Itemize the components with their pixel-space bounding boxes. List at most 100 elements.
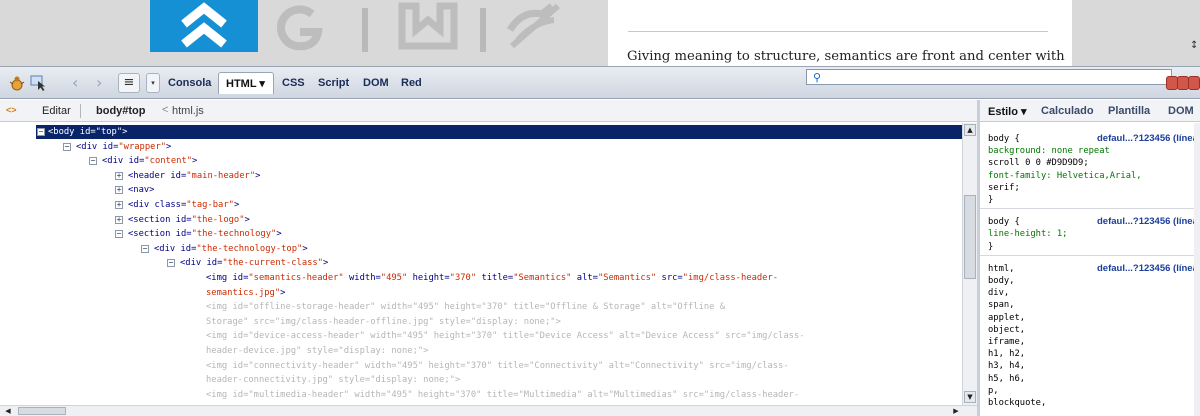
tree-node[interactable]: + <section id="the-logo">	[0, 213, 962, 227]
tree-horizontal-scrollbar[interactable]: ◀ ▶	[0, 405, 977, 416]
markup-attr: src=	[682, 389, 704, 400]
markup-attr: src=	[253, 316, 275, 327]
tree-vertical-scrollbar[interactable]: ▲ ▼	[962, 123, 977, 405]
offline-storage-class-icon[interactable]	[264, 0, 334, 52]
markup-tag: <img	[206, 360, 233, 371]
markup-val: "display: none;"	[470, 316, 556, 327]
css-selector: span,	[988, 300, 1015, 311]
markup-val: "370"	[481, 302, 514, 313]
css-text: }	[988, 195, 994, 205]
tab-estilo[interactable]: Estilo ▾	[988, 105, 1027, 118]
firebug-bug-icon[interactable]	[8, 75, 26, 91]
markup-attr: id=	[170, 170, 187, 181]
tree-node[interactable]: <img id="offline-storage-header" width="…	[0, 300, 962, 314]
expand-icon[interactable]: +	[115, 201, 123, 209]
semantics-class-icon[interactable]	[150, 0, 258, 52]
tree-node[interactable]: + <nav>	[0, 183, 962, 197]
edit-button[interactable]: Editar	[42, 105, 71, 117]
css-selector: applet,	[988, 312, 1026, 323]
expand-icon[interactable]: +	[115, 186, 123, 195]
css-selector: blockquote,	[988, 398, 1047, 408]
tab-script[interactable]: Script	[318, 77, 349, 89]
tab-consola[interactable]: Consola	[168, 77, 211, 89]
tree-node[interactable]: <img id="device-access-header" width="49…	[0, 329, 962, 343]
tree-node[interactable]: − <div id="wrapper">	[0, 140, 962, 154]
markup-attr: id=	[232, 273, 249, 283]
markup-val: semantics.jpg"	[206, 287, 281, 298]
markup-attr: src=	[661, 273, 683, 283]
tab-dom[interactable]: DOM	[363, 77, 389, 89]
markup-val: "img/class-header-	[703, 389, 800, 400]
markup-tag: <div	[102, 156, 129, 167]
collapse-icon[interactable]: −	[37, 128, 45, 136]
markup-tag: >	[166, 141, 172, 152]
markup-tag: <img	[206, 331, 233, 342]
search-input[interactable]: ⚲	[806, 69, 1172, 85]
site-edge-mark: ↕	[1190, 40, 1199, 51]
tab-red[interactable]: Red	[401, 77, 422, 89]
markup-tag: <img	[206, 273, 233, 283]
tree-node[interactable]: − <section id="the-technology">	[0, 227, 962, 241]
back-arrow-icon[interactable]: ‹	[72, 73, 78, 92]
markup-attr: width=	[349, 273, 381, 283]
collapse-icon[interactable]: −	[167, 259, 175, 268]
tree-node[interactable]: <img id="connectivity-header" width="495…	[0, 359, 962, 373]
markup-val: Storage"	[206, 316, 254, 327]
tab-plantilla[interactable]: Plantilla	[1108, 105, 1150, 117]
markup-tag: <section	[128, 214, 176, 225]
rule-source-link[interactable]: defaul...?123456 (línea 1)	[1097, 263, 1200, 275]
rules-scrollbar[interactable]	[1194, 123, 1200, 416]
breadcrumb-parent[interactable]: html.js	[172, 105, 204, 117]
collapse-icon[interactable]: −	[63, 142, 71, 151]
rule-source-link[interactable]: defaul...?123456 (línea 1)	[1097, 133, 1200, 145]
scroll-right-icon[interactable]: ▶	[950, 406, 962, 416]
css-selector: body {	[988, 217, 1020, 228]
expand-icon[interactable]: +	[115, 215, 123, 224]
panel-menu-icon[interactable]: ≡	[118, 73, 140, 93]
collapse-icon[interactable]: −	[89, 157, 97, 166]
tab-dom-side[interactable]: DOM	[1168, 105, 1194, 117]
scroll-down-icon[interactable]: ▼	[964, 391, 976, 403]
markup-val: "offline-storage-header"	[248, 302, 381, 313]
tab-css[interactable]: CSS	[282, 77, 305, 89]
tree-node[interactable]: − <body id="top">	[36, 125, 962, 139]
tab-calculado[interactable]: Calculado	[1041, 105, 1094, 117]
markup-val: "Offline &	[672, 302, 726, 313]
collapse-icon[interactable]: −	[141, 244, 149, 253]
connectivity-class-icon[interactable]	[500, 0, 570, 52]
breadcrumb-current[interactable]: body#top	[96, 105, 146, 117]
search-icon: ⚲	[813, 71, 822, 84]
tree-node[interactable]: − <div id="content">	[0, 154, 962, 168]
rule-source-link[interactable]: defaul...?123456 (línea 1)	[1097, 216, 1200, 228]
side-panel-tabs: Estilo ▾ Calculado Plantilla DOM	[980, 100, 1200, 122]
tree-node[interactable]: + <header id="main-header">	[0, 169, 962, 183]
tree-node[interactable]: <img id="semantics-header" width="495" h…	[0, 271, 962, 285]
markup-val: "semantics-header"	[248, 273, 350, 283]
panel-dropdown-icon[interactable]: ▾	[146, 73, 160, 93]
markup-attr: id=	[180, 243, 197, 254]
markup-val: "495"	[412, 302, 445, 313]
tab-html[interactable]: HTML ▾	[218, 72, 274, 94]
css-property[interactable]: font-family: Helvetica,Arial,	[988, 170, 1142, 182]
tree-node[interactable]: − <div id="the-technology-top">	[0, 242, 962, 256]
close-icon[interactable]	[1188, 76, 1200, 90]
tree-node[interactable]: + <div class="tag-bar">	[0, 198, 962, 212]
markup-attr: id=	[206, 258, 223, 269]
scroll-up-icon[interactable]: ▲	[964, 124, 976, 136]
markup-val: "device-access-header"	[248, 331, 371, 342]
scrollbar-thumb[interactable]	[964, 195, 976, 279]
tree-node[interactable]: <img id="multimedia-header" width="495" …	[0, 388, 962, 402]
markup-attr: style=	[338, 375, 371, 386]
collapse-icon[interactable]: −	[115, 230, 123, 239]
code-view-icon[interactable]: <>	[6, 105, 17, 115]
tree-node[interactable]: − <div id="the-current-class">	[0, 256, 962, 270]
inspect-element-icon[interactable]	[30, 75, 48, 91]
device-access-class-icon[interactable]	[394, 0, 464, 52]
scrollbar-thumb[interactable]	[18, 407, 66, 415]
forward-arrow-icon[interactable]: ›	[96, 73, 102, 92]
expand-icon[interactable]: +	[115, 171, 123, 180]
scroll-left-icon[interactable]: ◀	[2, 406, 14, 416]
css-property[interactable]: line-height: 1;	[988, 228, 1067, 240]
css-property[interactable]: background: none repeat	[988, 145, 1110, 157]
markup-tag: >	[233, 200, 240, 210]
